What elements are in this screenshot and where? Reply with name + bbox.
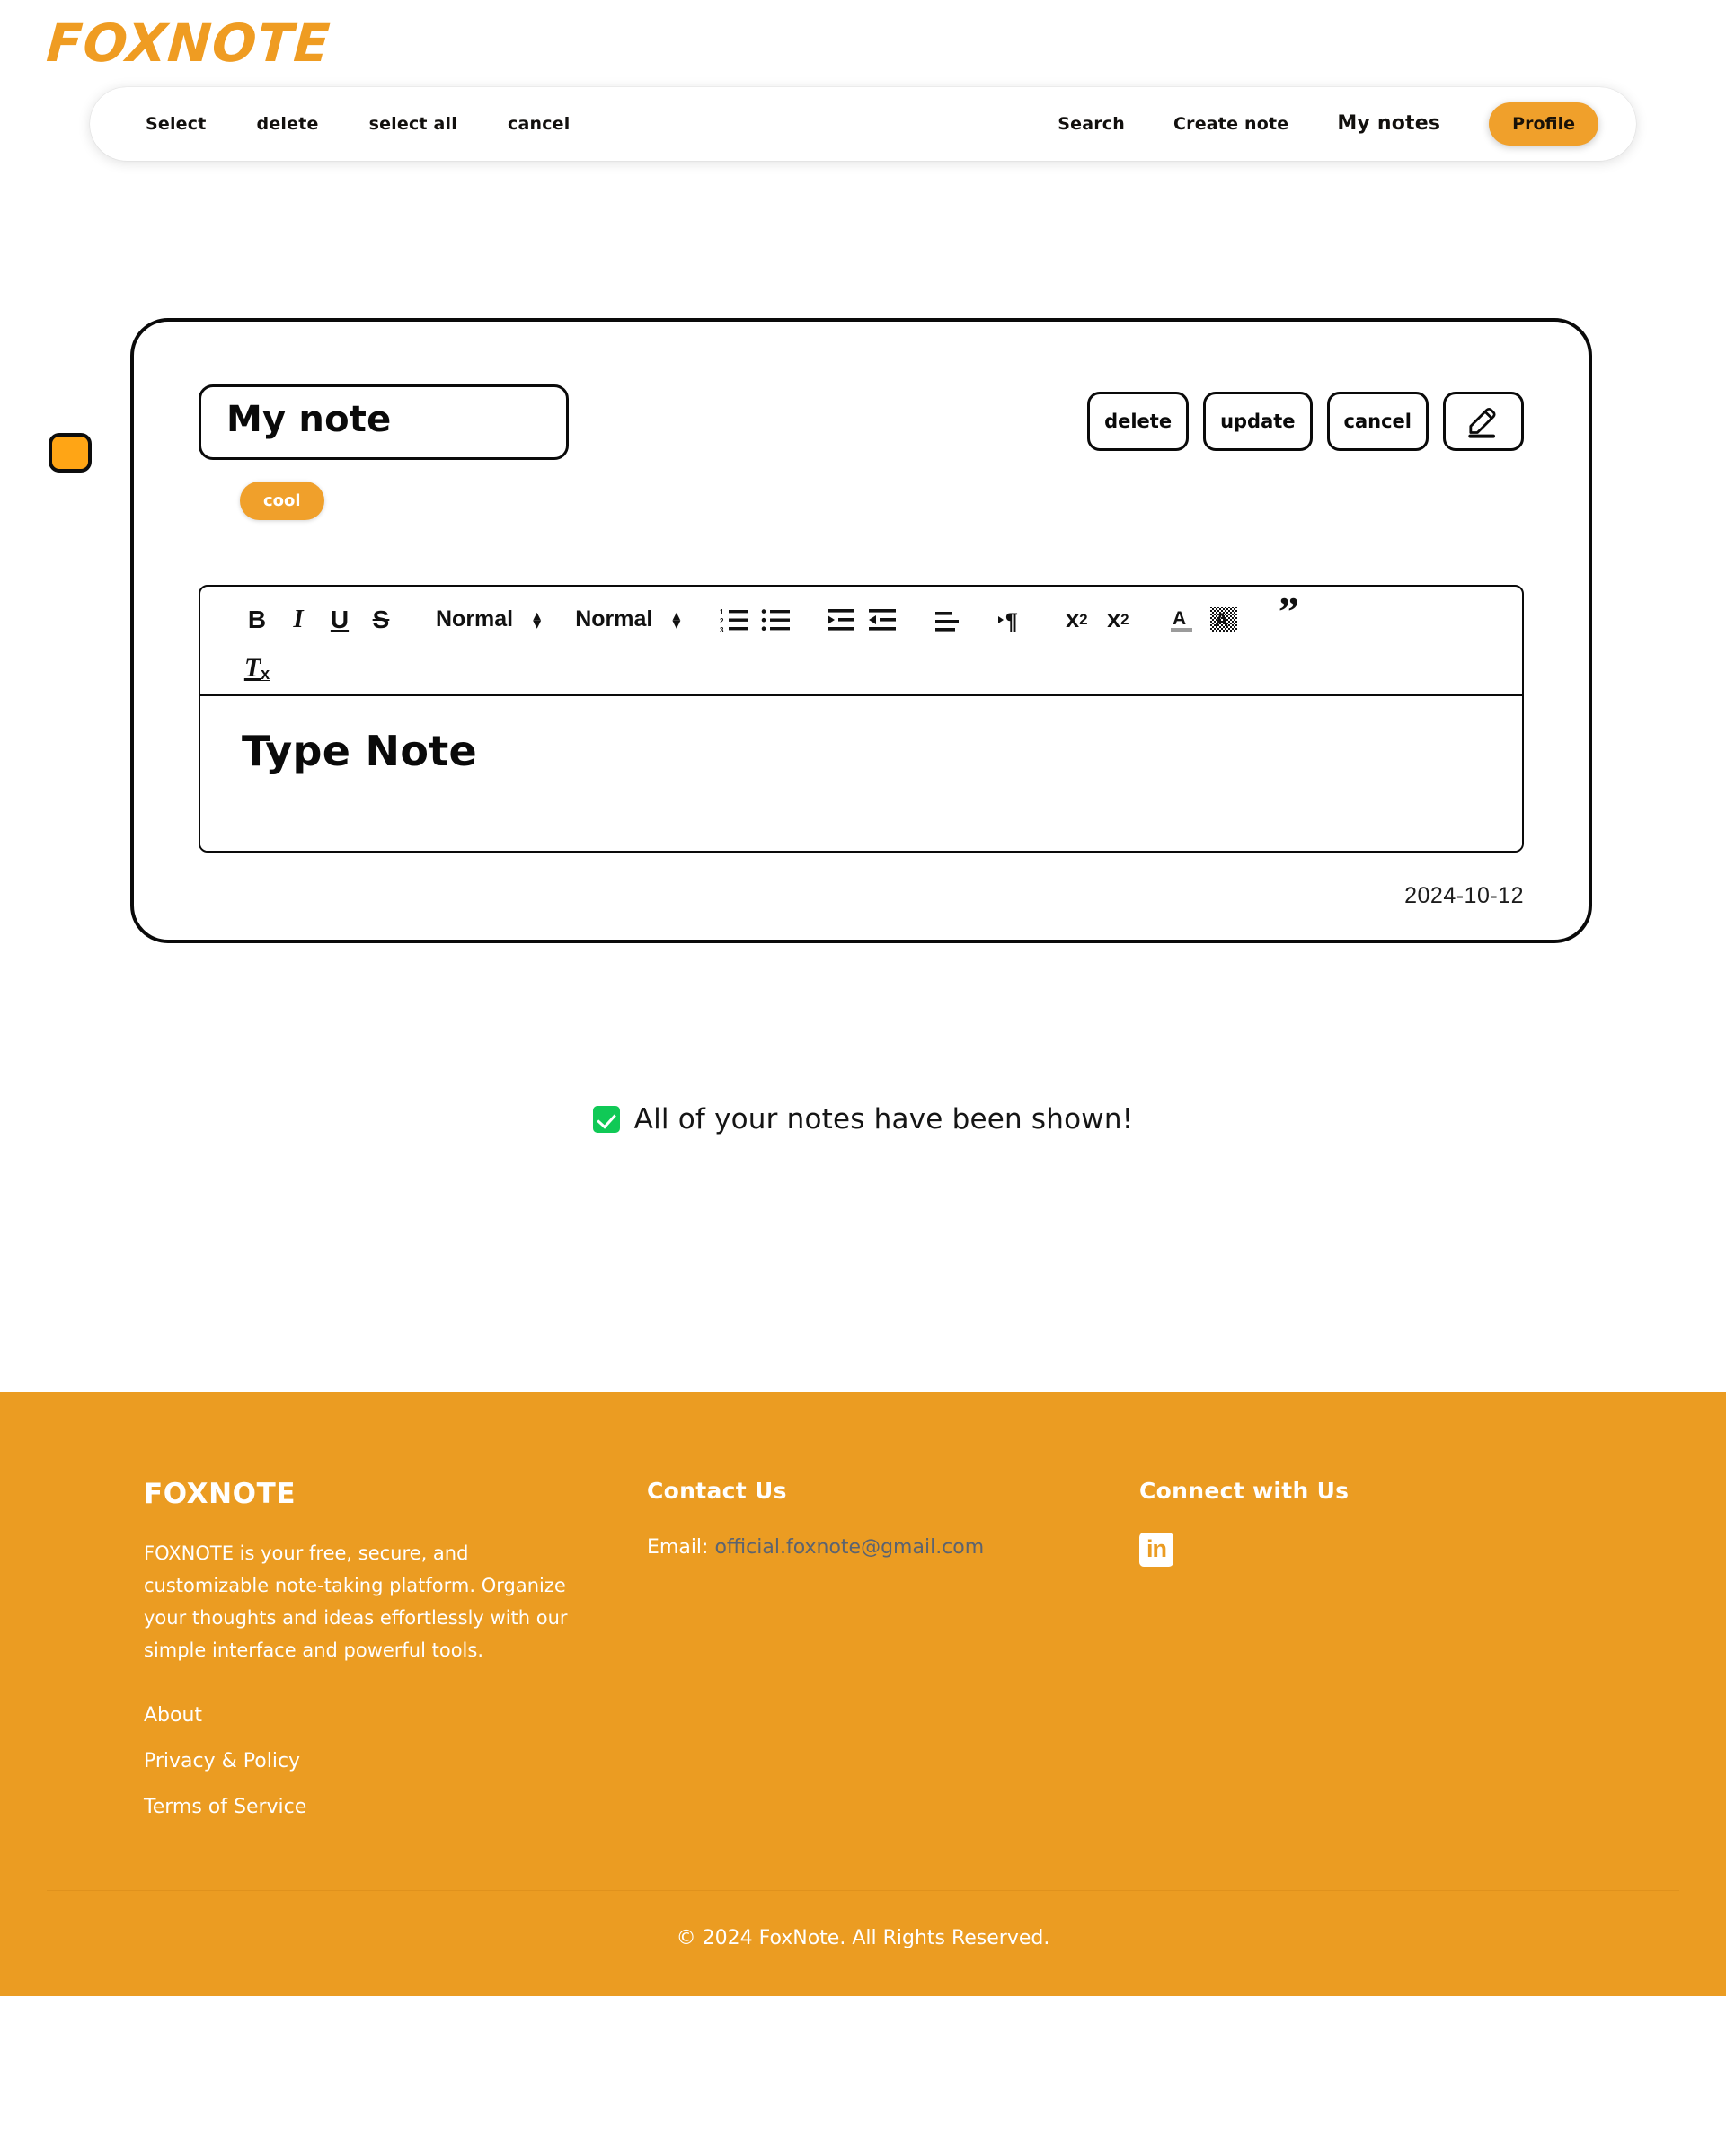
- nav-item-my-notes[interactable]: My notes: [1337, 112, 1440, 135]
- subscript-index: 2: [1079, 610, 1088, 628]
- note-action-buttons: delete update cancel: [1087, 391, 1524, 451]
- footer-link-about[interactable]: About: [144, 1704, 647, 1727]
- note-update-button[interactable]: update: [1203, 391, 1313, 451]
- subscript-button[interactable]: x2: [1056, 599, 1097, 641]
- italic-button[interactable]: I: [278, 599, 319, 641]
- indent-icon[interactable]: [820, 599, 862, 641]
- footer-brand-title: FOXNOTE: [144, 1477, 297, 1510]
- outdent-glyph: [869, 608, 897, 631]
- footer-connect-heading: Connect with Us: [1139, 1477, 1350, 1504]
- note-select-checkbox[interactable]: [49, 432, 92, 473]
- outdent-icon[interactable]: [862, 599, 903, 641]
- linkedin-icon[interactable]: in: [1139, 1532, 1173, 1567]
- note-title-block: My note cool: [199, 384, 569, 520]
- text-direction-icon[interactable]: ¶: [991, 599, 1032, 641]
- footer-social-column: Connect with Us in: [1139, 1478, 1582, 1818]
- site-footer: FOXNOTE FOXNOTE is your free, secure, an…: [0, 1391, 1726, 1997]
- chevron-updown-icon: ▴ ▾: [533, 605, 542, 633]
- navbar-right-group: Search Create note My notes Profile: [1058, 102, 1598, 146]
- chevron-updown-icon: ▴ ▾: [672, 605, 681, 633]
- svg-text:A: A: [1173, 608, 1186, 629]
- svg-text:3: 3: [720, 626, 724, 633]
- footer-email-link[interactable]: official.foxnote@gmail.com: [714, 1536, 984, 1559]
- note-row: My note cool delete update cancel B I U …: [0, 317, 1726, 943]
- footer-columns: FOXNOTE FOXNOTE is your free, secure, an…: [0, 1478, 1726, 1818]
- note-title-input[interactable]: My note: [199, 384, 569, 460]
- background-color-icon[interactable]: A: [1203, 599, 1244, 641]
- underline-button[interactable]: U: [319, 599, 360, 641]
- heading-select-value: Normal: [436, 606, 514, 632]
- ordered-list-icon[interactable]: 1 2 3: [714, 599, 756, 641]
- superscript-index: 2: [1120, 610, 1129, 628]
- note-date: 2024-10-12: [1404, 882, 1524, 908]
- editor-toolbar: B I U S Normal ▴ ▾ Normal ▴ ▾ 1 2 3 ¶ x …: [200, 587, 1522, 696]
- bold-button[interactable]: B: [236, 599, 278, 641]
- strikethrough-button[interactable]: S: [360, 599, 402, 641]
- note-delete-button[interactable]: delete: [1087, 391, 1190, 451]
- text-direction-glyph: ¶: [998, 609, 1018, 633]
- nav-item-create-note[interactable]: Create note: [1173, 114, 1288, 134]
- note-title-text: My note: [226, 398, 392, 440]
- profile-button[interactable]: Profile: [1489, 102, 1598, 146]
- footer-social-list: in: [1139, 1532, 1582, 1567]
- align-icon[interactable]: [926, 599, 968, 641]
- note-card-header: My note cool delete update cancel: [199, 384, 1524, 520]
- font-select-value: Normal: [575, 606, 653, 632]
- note-editor-body[interactable]: Type Note: [200, 695, 1522, 851]
- main-navbar: Select delete select all cancel Search C…: [90, 86, 1636, 161]
- nav-item-select-all[interactable]: select all: [369, 114, 457, 134]
- footer-description: FOXNOTE is your free, secure, and custom…: [144, 1542, 568, 1662]
- note-tag[interactable]: cool: [240, 481, 324, 520]
- status-message-text: All of your notes have been shown!: [633, 1102, 1134, 1135]
- font-select[interactable]: Normal ▴ ▾: [575, 606, 680, 632]
- navbar-left-group: Select delete select all cancel: [146, 114, 570, 134]
- ordered-list-glyph: 1 2 3: [720, 608, 749, 633]
- svg-text:1: 1: [720, 608, 724, 616]
- toolbar-second-row: Tx: [236, 642, 1486, 684]
- footer-email-label: Email:: [647, 1535, 709, 1559]
- linkedin-glyph: in: [1146, 1535, 1167, 1563]
- svg-text:2: 2: [720, 617, 724, 625]
- bullet-list-icon[interactable]: [756, 599, 797, 641]
- footer-brand-column: FOXNOTE FOXNOTE is your free, secure, an…: [144, 1478, 647, 1818]
- footer-copyright: © 2024 FoxNote. All Rights Reserved.: [676, 1927, 1050, 1950]
- pencil-icon: [1468, 407, 1496, 438]
- nav-item-select[interactable]: Select: [146, 114, 207, 134]
- align-glyph: [935, 611, 960, 632]
- status-message-row: All of your notes have been shown!: [0, 1103, 1726, 1135]
- footer-contact-heading: Contact Us: [647, 1477, 787, 1504]
- green-check-icon: [592, 1105, 620, 1133]
- footer-link-terms[interactable]: Terms of Service: [144, 1796, 647, 1818]
- note-card: My note cool delete update cancel B I U …: [130, 317, 1592, 943]
- editor-placeholder-text: Type Note: [242, 726, 478, 775]
- indent-glyph: [828, 608, 855, 631]
- note-editor: B I U S Normal ▴ ▾ Normal ▴ ▾ 1 2 3 ¶ x …: [199, 584, 1524, 853]
- note-cancel-button[interactable]: cancel: [1326, 391, 1429, 451]
- text-color-glyph: A: [1171, 608, 1193, 632]
- footer-contact-column: Contact Us Email: official.foxnote@gmail…: [647, 1478, 1139, 1818]
- bullet-list-glyph: [762, 609, 791, 631]
- heading-select[interactable]: Normal ▴ ▾: [436, 606, 541, 632]
- footer-link-list: About Privacy & Policy Terms of Service: [144, 1704, 647, 1818]
- main-content: My note cool delete update cancel B I U …: [0, 161, 1726, 1149]
- note-tag-list: cool: [240, 481, 569, 520]
- toolbar-format-group: B I U S: [236, 599, 402, 641]
- footer-link-privacy[interactable]: Privacy & Policy: [144, 1750, 647, 1772]
- blockquote-button[interactable]: ”: [1268, 590, 1309, 641]
- svg-text:A: A: [1215, 610, 1228, 631]
- footer-contact-line: Email: official.foxnote@gmail.com: [647, 1536, 1139, 1559]
- background-color-glyph: A: [1210, 606, 1238, 632]
- nav-item-search[interactable]: Search: [1058, 114, 1125, 134]
- app-logo[interactable]: FOXNOTE: [45, 13, 332, 74]
- superscript-button[interactable]: x2: [1097, 599, 1138, 641]
- text-color-icon[interactable]: A: [1162, 599, 1203, 641]
- header: FOXNOTE: [0, 0, 1726, 74]
- nav-item-cancel[interactable]: cancel: [508, 114, 570, 134]
- clear-format-x: x: [261, 664, 270, 683]
- clear-format-button[interactable]: Tx: [236, 642, 278, 684]
- note-edit-button[interactable]: [1443, 391, 1524, 451]
- svg-text:¶: ¶: [1005, 609, 1018, 633]
- nav-item-delete[interactable]: delete: [257, 114, 319, 134]
